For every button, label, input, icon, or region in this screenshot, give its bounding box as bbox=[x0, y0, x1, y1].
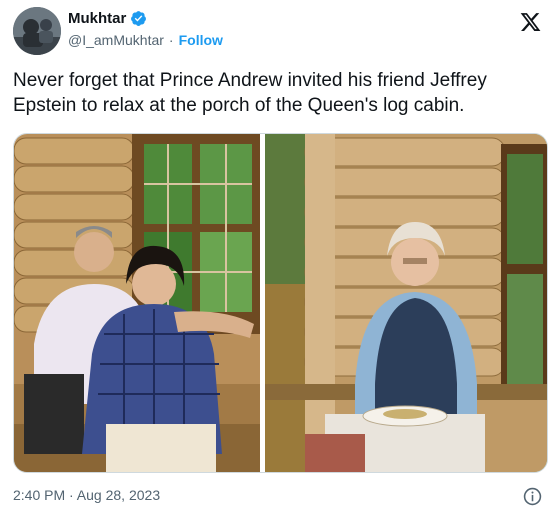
info-icon[interactable] bbox=[523, 487, 542, 506]
author-name[interactable]: Mukhtar bbox=[68, 10, 126, 27]
author-handle[interactable]: @I_amMukhtar bbox=[68, 32, 164, 48]
avatar[interactable] bbox=[13, 7, 61, 55]
author-handle-row: @I_amMukhtar · Follow bbox=[68, 32, 223, 48]
photo-cabin-porch-couple[interactable] bbox=[14, 134, 260, 472]
verified-badge-icon bbox=[130, 10, 147, 27]
author-name-row: Mukhtar bbox=[68, 10, 147, 27]
tweet-timestamp[interactable]: 2:40 PM · Aug 28, 2023 bbox=[13, 487, 160, 503]
tweet-text: Never forget that Prince Andrew invited … bbox=[13, 70, 487, 116]
photo-cabin-porch-queen[interactable] bbox=[265, 134, 547, 472]
separator-dot: · bbox=[168, 32, 174, 48]
x-logo-icon[interactable] bbox=[519, 11, 542, 33]
follow-button[interactable]: Follow bbox=[179, 32, 223, 48]
tweet-media[interactable] bbox=[13, 133, 548, 473]
